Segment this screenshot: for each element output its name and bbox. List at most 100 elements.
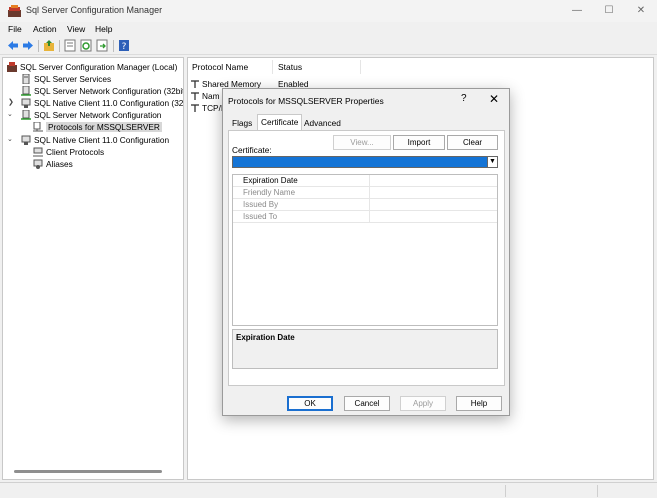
menu-file[interactable]: File	[8, 24, 22, 34]
property-name: Friendly Name	[243, 188, 296, 197]
help-icon[interactable]: ?	[118, 39, 130, 52]
network-config-icon	[21, 110, 31, 120]
protocol-icon	[191, 104, 199, 112]
properties-dialog: Protocols for MSSQLSERVER Properties ? ✕…	[222, 88, 510, 416]
dialog-close-button[interactable]: ✕	[489, 92, 499, 106]
protocol-name: Nam	[202, 91, 220, 101]
toolbar-separator	[38, 40, 39, 52]
property-description: Expiration Date	[232, 329, 498, 369]
property-name: Issued To	[243, 212, 278, 221]
title-bar: Sql Server Configuration Manager — ☐ ✕	[0, 0, 657, 22]
client-protocols-icon	[33, 147, 43, 157]
help-button[interactable]: Help	[456, 396, 502, 411]
horizontal-scrollbar[interactable]	[14, 470, 162, 473]
collapse-chevron-icon[interactable]: ⌄	[7, 110, 13, 118]
menu-action[interactable]: Action	[33, 24, 57, 34]
tree-item-protocols-mssqlserver[interactable]: Protocols for MSSQLSERVER	[33, 121, 162, 133]
dialog-title: Protocols for MSSQLSERVER Properties	[228, 96, 384, 106]
tree-label: SQL Server Services	[34, 74, 112, 84]
column-separator[interactable]	[360, 60, 361, 74]
status-separator	[505, 485, 506, 497]
property-row-friendly-name[interactable]: Friendly Name	[233, 187, 497, 199]
status-separator	[597, 485, 598, 497]
column-separator[interactable]	[272, 60, 273, 74]
tab-certificate[interactable]: Certificate	[257, 114, 303, 131]
tree-label: SQL Native Client 11.0 Configuration	[34, 135, 170, 145]
property-column-separator	[369, 211, 370, 223]
collapse-chevron-icon[interactable]: ⌄	[7, 135, 13, 143]
tree-item-client-protocols[interactable]: Client Protocols	[33, 146, 104, 158]
tree-item-services[interactable]: SQL Server Services	[21, 73, 111, 85]
properties-icon[interactable]	[64, 39, 76, 52]
column-header-protocol-name[interactable]: Protocol Name	[192, 62, 248, 72]
property-column-separator	[369, 187, 370, 199]
dialog-help-button[interactable]: ?	[461, 93, 467, 104]
export-icon[interactable]	[96, 39, 108, 52]
client-config-icon	[21, 135, 31, 145]
chevron-down-icon[interactable]: ▼	[487, 157, 497, 167]
protocol-icon	[191, 92, 199, 100]
tree-root[interactable]: SQL Server Configuration Manager (Local)	[7, 61, 177, 73]
import-button[interactable]: Import	[393, 135, 445, 150]
window-title: Sql Server Configuration Manager	[26, 5, 163, 15]
tree-label: SQL Native Client 11.0 Configuration (32…	[34, 98, 184, 108]
property-name: Issued By	[243, 200, 279, 209]
tree-item-network-config[interactable]: SQL Server Network Configuration	[21, 109, 161, 121]
client-config-icon	[21, 98, 31, 108]
cancel-button[interactable]: Cancel	[344, 396, 390, 411]
property-row-issued-by[interactable]: Issued By	[233, 199, 497, 211]
menu-view[interactable]: View	[67, 24, 85, 34]
property-column-separator	[369, 175, 370, 187]
toolbar-separator	[113, 40, 114, 52]
maximize-button[interactable]: ☐	[593, 0, 625, 22]
svg-text:?: ?	[122, 42, 127, 52]
property-column-separator	[369, 199, 370, 211]
tree-label: Aliases	[46, 159, 73, 169]
tree-item-network-32bit[interactable]: SQL Server Network Configuration (32bit	[21, 85, 184, 97]
certificate-tab-panel: Certificate: View... Import Clear ▼ Expi…	[228, 130, 505, 386]
forward-icon[interactable]	[22, 39, 34, 52]
tree-label: Client Protocols	[46, 147, 105, 157]
tree-item-native-client-32bit[interactable]: SQL Native Client 11.0 Configuration (32…	[21, 97, 184, 109]
toolbar: ?	[0, 37, 657, 55]
ok-button[interactable]: OK	[287, 396, 333, 411]
network-config-icon	[21, 86, 31, 96]
tree-label: SQL Server Network Configuration (32bit	[34, 86, 184, 96]
tree-label: SQL Server Network Configuration	[34, 110, 162, 120]
refresh-icon[interactable]	[80, 39, 92, 52]
toolbar-separator	[59, 40, 60, 52]
server-services-icon	[22, 74, 30, 84]
up-folder-icon[interactable]	[43, 39, 55, 52]
list-row-named-pipes[interactable]: Nam	[190, 90, 220, 102]
apply-button[interactable]: Apply	[400, 396, 446, 411]
tab-flags[interactable]: Flags	[229, 116, 255, 131]
protocol-name: TCP/I	[202, 103, 224, 113]
aliases-icon	[33, 159, 43, 169]
tree-pane[interactable]: SQL Server Configuration Manager (Local)…	[2, 57, 184, 480]
certificate-property-grid[interactable]: Expiration Date Friendly Name Issued By …	[232, 174, 498, 326]
certificate-label: Certificate:	[232, 145, 272, 155]
certificate-dropdown[interactable]: ▼	[232, 156, 498, 168]
tree-item-native-client[interactable]: SQL Native Client 11.0 Configuration	[21, 134, 169, 146]
close-button[interactable]: ✕	[625, 0, 657, 22]
property-name: Expiration Date	[243, 176, 298, 185]
app-icon	[8, 5, 21, 17]
description-title: Expiration Date	[236, 333, 295, 342]
expand-chevron-icon[interactable]: ❯	[8, 98, 14, 106]
property-row-expiration-date[interactable]: Expiration Date	[233, 175, 497, 187]
menu-bar: File Action View Help	[0, 22, 657, 37]
column-header-status[interactable]: Status	[278, 62, 302, 72]
menu-help[interactable]: Help	[95, 24, 112, 34]
tree-label: Protocols for MSSQLSERVER	[46, 122, 162, 132]
config-manager-icon	[7, 62, 17, 72]
tree-label: SQL Server Configuration Manager (Local)	[20, 62, 178, 72]
clear-button[interactable]: Clear	[447, 135, 498, 150]
tree-item-aliases[interactable]: Aliases	[33, 158, 73, 170]
tab-advanced[interactable]: Advanced	[301, 116, 344, 131]
back-icon[interactable]	[7, 39, 19, 52]
view-button[interactable]: View...	[333, 135, 391, 150]
minimize-button[interactable]: —	[561, 0, 593, 22]
list-row-tcp-ip[interactable]: TCP/I	[190, 102, 223, 114]
property-row-issued-to[interactable]: Issued To	[233, 211, 497, 223]
protocols-icon	[33, 122, 43, 132]
